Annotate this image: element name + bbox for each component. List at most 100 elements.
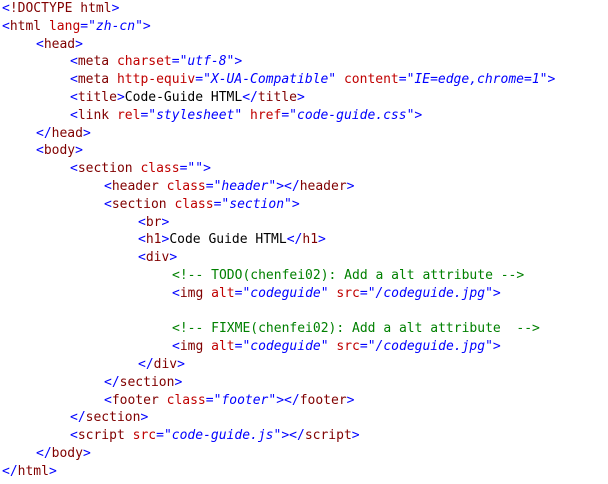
code-token-punct: </ [104,374,120,390]
code-token-punct: </ [138,356,154,372]
code-token-punct: > [492,339,501,355]
code-token-punct: = [156,428,164,444]
code-token-punct: </ [70,410,86,426]
code-token-attr: rel [116,107,141,123]
code-token-tag: meta [77,54,110,70]
code-token-punct: < [36,143,44,159]
code-token-punct: > [142,18,151,34]
code-token-doctype: !DOCTYPE html [9,1,112,16]
code-line: <!DOCTYPE html> [0,0,608,18]
code-token-str: "code-guide.css" [289,107,415,123]
code-token-tag: div [145,250,170,266]
code-token-attr: href [250,107,282,123]
code-token-text: Code Guide HTML [169,232,287,248]
code-token-punct: < [70,161,78,177]
code-token-punct: > [82,125,91,141]
code-token-punct: ></ [276,178,300,194]
code-token-tag: html [9,18,42,34]
code-token-punct: > [318,232,326,248]
code-line: <script src="code-guide.js"></script> [0,427,608,445]
code-token-str: "codeguide" [242,339,329,355]
code-token-punct: > [547,72,556,88]
code-token-punct: = [398,72,407,88]
code-token-attr: class [166,392,206,408]
code-token-punct: </ [36,125,52,141]
code-line: <header class="header"></header> [0,178,608,196]
code-token-str: "/codeguide.jpg" [367,285,493,301]
code-token-punct: > [140,410,149,426]
code-token-tag: div [153,356,178,372]
code-token-tag: section [77,161,133,177]
code-line: <title>Code-Guide HTML</title> [0,89,608,107]
code-line: <!-- FIXME(chenfei02): Add a alt attribu… [0,320,608,338]
code-token-punct: > [414,107,423,123]
code-line: <section class=""> [0,160,608,178]
code-token-punct: = [171,54,180,70]
code-token-punct: < [2,18,10,34]
code-token-punct: < [104,178,112,194]
code-line: <head> [0,36,608,54]
code-editor[interactable]: <!DOCTYPE html> <html lang="zh-cn"> <head>… [0,0,608,484]
code-token-punct: < [36,36,44,52]
code-token-punct: = [359,285,368,301]
code-token-tag: html [17,463,49,479]
code-line: </div> [0,356,608,374]
code-token-punct: > [234,54,243,70]
code-token-punct: < [138,232,146,248]
code-line: </section> [0,409,608,427]
code-line: </head> [0,125,608,143]
code-token-punct: </ [2,463,18,479]
code-token-punct: < [70,428,78,444]
code-token-punct: </ [242,89,258,105]
code-token-str: "codeguide" [242,285,329,301]
code-token-attr: lang [48,18,81,34]
code-token-tag: title [257,89,297,105]
code-token-tag: h1 [145,232,162,248]
code-token-attr: class [140,161,180,177]
code-token-punct: < [70,72,78,88]
code-token-punct: > [82,445,91,461]
code-token-punct: = [281,107,290,123]
code-token-punct: > [351,428,360,444]
code-token-punct: = [359,339,368,355]
code-token-tag: footer [111,392,159,408]
code-token-tag: script [304,428,352,444]
code-line: </section> [0,374,608,392]
code-token-str: "utf-8" [179,54,235,70]
code-token-tag: section [85,410,141,426]
code-token-punct: ></ [281,428,305,444]
code-token-punct: > [116,89,125,105]
code-token-tag: body [43,143,76,159]
code-token-punct: > [174,374,183,390]
code-token-punct: < [70,54,78,70]
code-token-tag: header [299,178,347,194]
code-token-punct: = [205,392,214,408]
code-token-attr: src [336,339,360,355]
code-token-attr: src [132,428,157,444]
code-token-punct: > [291,196,300,212]
code-token-attr: charset [116,54,172,70]
code-token-str: "header" [213,178,277,194]
code-line: <body> [0,142,608,160]
code-token-tag: br [145,214,162,230]
code-token-punct: < [70,89,78,105]
code-token-tag: img [179,339,204,355]
code-token-punct: > [75,143,83,159]
code-line: </body> [0,445,608,463]
code-line: <meta charset="utf-8"> [0,53,608,71]
code-token-tag: footer [299,392,347,408]
code-token-attr: class [166,178,206,194]
code-token-punct: > [492,285,501,301]
code-token-attr: alt [211,339,235,355]
code-token-punct: </ [36,445,52,461]
code-token-str: "" [187,161,204,177]
code-line: </html> [0,463,608,481]
code-token-punct: < [104,196,112,212]
code-line: <link rel="stylesheet" href="code-guide.… [0,107,608,125]
